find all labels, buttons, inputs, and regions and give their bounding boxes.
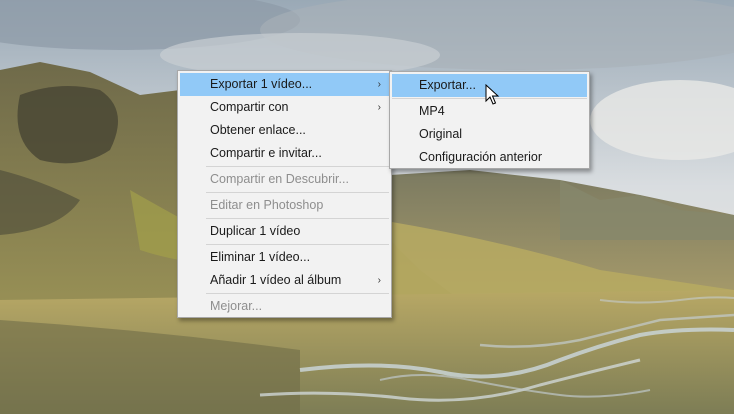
menu-item-share-discover: Compartir en Descubrir... <box>180 168 389 191</box>
menu-separator <box>206 244 389 245</box>
menu-item-label: Añadir 1 vídeo al álbum <box>210 273 342 287</box>
menu-item-duplicate-video[interactable]: Duplicar 1 vídeo <box>180 220 389 243</box>
menu-item-label: Eliminar 1 vídeo... <box>210 250 311 264</box>
menu-item-label: MP4 <box>419 104 445 118</box>
menu-item-label: Original <box>419 127 463 141</box>
screen: Exportar 1 vídeo... › Compartir con › Ob… <box>0 0 734 414</box>
menu-separator <box>206 192 389 193</box>
submenu-item-original[interactable]: Original <box>392 123 587 146</box>
menu-item-share-and-invite[interactable]: Compartir e invitar... <box>180 142 389 165</box>
menu-item-edit-photoshop: Editar en Photoshop <box>180 194 389 217</box>
submenu-item-previous-settings[interactable]: Configuración anterior <box>392 146 587 169</box>
menu-item-label: Compartir en Descubrir... <box>210 172 349 186</box>
menu-item-share-with[interactable]: Compartir con › <box>180 96 389 119</box>
menu-item-label: Compartir con <box>210 100 289 114</box>
menu-item-label: Mejorar... <box>210 299 263 313</box>
menu-item-label: Obtener enlace... <box>210 123 306 137</box>
menu-item-add-to-album[interactable]: Añadir 1 vídeo al álbum › <box>180 269 389 292</box>
menu-separator <box>206 218 389 219</box>
menu-separator <box>206 293 389 294</box>
chevron-right-icon: › <box>377 102 381 113</box>
menu-item-export-video[interactable]: Exportar 1 vídeo... › <box>180 73 389 96</box>
menu-item-label: Configuración anterior <box>419 150 542 164</box>
menu-item-delete-video[interactable]: Eliminar 1 vídeo... <box>180 246 389 269</box>
menu-item-label: Duplicar 1 vídeo <box>210 224 301 238</box>
chevron-right-icon: › <box>377 79 381 90</box>
menu-item-enhance: Mejorar... <box>180 295 389 318</box>
menu-item-label: Editar en Photoshop <box>210 198 324 212</box>
context-menu: Exportar 1 vídeo... › Compartir con › Ob… <box>177 70 392 318</box>
menu-item-label: Exportar 1 vídeo... <box>210 77 313 91</box>
arrow-pointer-icon <box>485 84 500 105</box>
menu-item-label: Compartir e invitar... <box>210 146 322 160</box>
chevron-right-icon: › <box>377 275 381 286</box>
menu-item-get-link[interactable]: Obtener enlace... <box>180 119 389 142</box>
menu-item-label: Exportar... <box>419 78 476 92</box>
menu-separator <box>206 166 389 167</box>
